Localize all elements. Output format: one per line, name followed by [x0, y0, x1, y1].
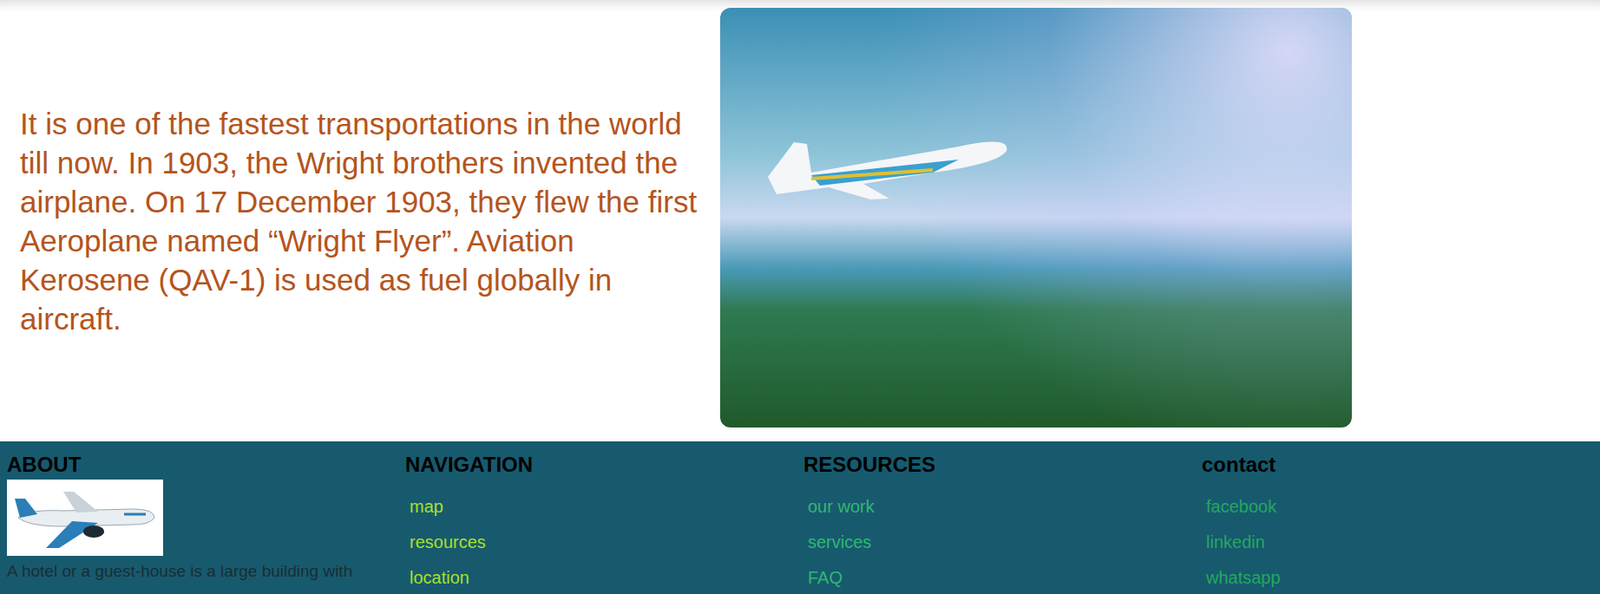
footer-link[interactable]: resources: [409, 532, 486, 552]
about-text: A hotel or a guest-house is a large buil…: [6, 560, 406, 584]
footer-column: RESOURCES our work services FAQ: [803, 452, 1202, 594]
hero-section: It is one of the fastest transportations…: [0, 0, 1600, 442]
link-item: facebook: [1206, 495, 1600, 519]
footer-column: NAVIGATION map resources location: [405, 452, 804, 594]
footer-link[interactable]: linkedin: [1206, 532, 1266, 552]
footer-link[interactable]: services: [807, 532, 872, 552]
hero-text-area: It is one of the fastest transportations…: [0, 0, 721, 442]
column-heading: contact: [1201, 452, 1600, 479]
footer: ABOUT A hotel or a guest-house is a large…: [0, 441, 1600, 594]
footer-link[interactable]: map: [409, 497, 444, 517]
hero-text: It is one of the fastest transportations…: [19, 104, 703, 339]
link-item: location: [409, 566, 804, 591]
link-list: facebook linkedin whatsapp: [1201, 495, 1600, 591]
footer-link[interactable]: whatsapp: [1206, 568, 1281, 588]
footer-link[interactable]: our work: [807, 497, 875, 517]
link-item: map: [409, 495, 804, 519]
link-list: our work services FAQ: [803, 495, 1202, 591]
about-heading: ABOUT: [6, 452, 406, 479]
column-heading: RESOURCES: [803, 452, 1202, 479]
footer-link[interactable]: location: [409, 568, 470, 588]
footer-column: contact facebook linkedin whatsapp: [1201, 452, 1600, 594]
airplane-photo: [720, 7, 1352, 428]
column-heading: NAVIGATION: [405, 452, 804, 479]
link-item: FAQ: [807, 566, 1202, 591]
link-item: linkedin: [1206, 531, 1600, 555]
link-item: resources: [409, 531, 804, 555]
link-item: whatsapp: [1206, 566, 1600, 591]
link-item: services: [807, 531, 1202, 555]
link-list: map resources location: [405, 495, 804, 591]
airplane-logo-icon: [6, 479, 164, 557]
link-item: our work: [807, 495, 1202, 519]
footer-link[interactable]: facebook: [1206, 497, 1277, 517]
footer-link[interactable]: FAQ: [807, 568, 843, 588]
about-column: ABOUT A hotel or a guest-house is a large…: [6, 452, 406, 594]
